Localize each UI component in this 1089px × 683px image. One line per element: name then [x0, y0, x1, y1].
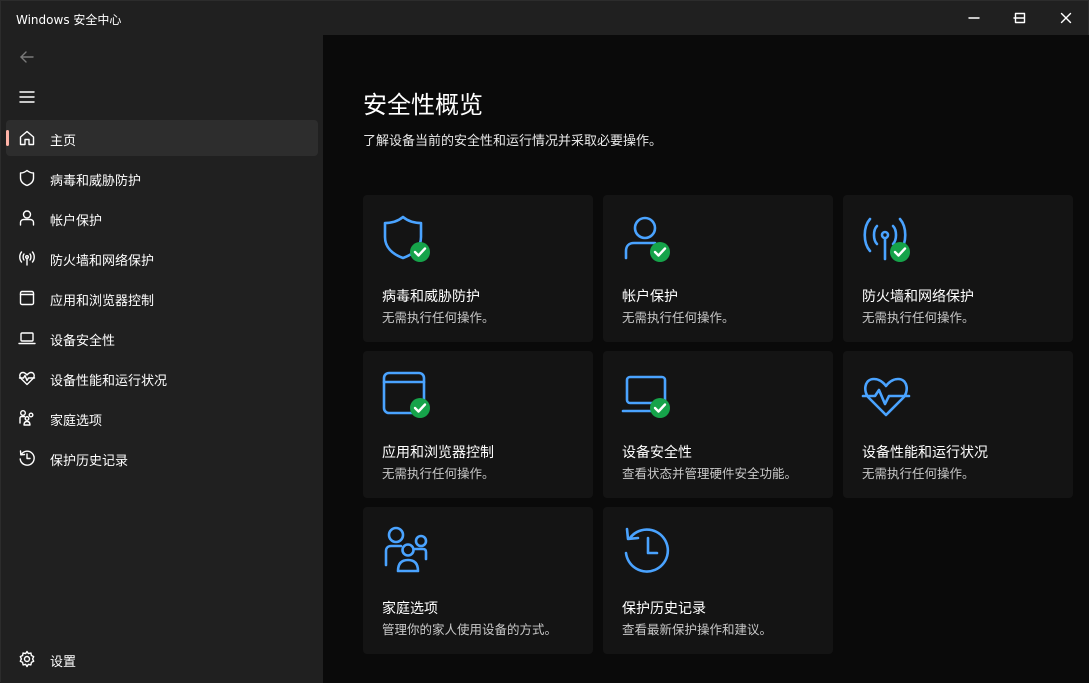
sidebar: 主页 病毒和威胁防护 帐户保护 防火墙和网络保护 应用和浏览器控制 设备安全性 …	[1, 35, 323, 683]
shield-icon	[383, 215, 430, 262]
card-description: 查看最新保护操作和建议。	[622, 622, 773, 637]
sidebar-item-label: 防火墙和网络保护	[50, 254, 155, 269]
card-title: 保护历史记录	[622, 601, 706, 617]
card-title: 帐户保护	[622, 289, 678, 305]
page-subtitle: 了解设备当前的安全性和运行情况并采取必要操作。	[363, 134, 663, 149]
back-arrow-icon	[20, 51, 34, 63]
wireless-icon	[863, 217, 910, 262]
shield-icon	[19, 169, 35, 187]
card-title: 设备安全性	[622, 445, 692, 461]
status-ok-badge	[410, 242, 430, 262]
sidebar-item-protection-history[interactable]: 保护历史记录	[6, 440, 318, 476]
status-ok-badge	[890, 242, 910, 262]
card-title: 病毒和威胁防护	[382, 289, 480, 305]
close-button[interactable]	[1043, 1, 1089, 35]
hamburger-menu-button[interactable]	[13, 83, 41, 111]
card-description: 无需执行任何操作。	[382, 310, 495, 325]
sidebar-item-firewall[interactable]: 防火墙和网络保护	[6, 240, 318, 276]
app-window: Windows 安全中心 主页 病毒和威胁防护 帐户保护 防火墙和网络保护 应用…	[0, 0, 1089, 683]
maximize-icon	[1014, 12, 1026, 24]
card-title: 应用和浏览器控制	[382, 445, 494, 461]
wireless-icon	[19, 251, 35, 266]
sidebar-item-label: 设备性能和运行状况	[50, 374, 168, 389]
card-app-browser-control[interactable]: 应用和浏览器控制 无需执行任何操作。	[363, 351, 593, 498]
sidebar-item-label: 应用和浏览器控制	[50, 294, 155, 309]
heart-pulse-icon	[861, 377, 911, 417]
app-window-icon	[19, 290, 35, 306]
card-description: 管理你的家人使用设备的方式。	[382, 622, 558, 637]
sidebar-item-virus-protection[interactable]: 病毒和威胁防护	[6, 160, 318, 196]
active-indicator	[6, 130, 9, 146]
person-icon	[624, 216, 670, 262]
sidebar-item-home[interactable]: 主页	[6, 120, 318, 156]
family-icon	[19, 410, 34, 426]
card-description: 无需执行任何操作。	[862, 310, 975, 325]
sidebar-item-account-protection[interactable]: 帐户保护	[6, 200, 318, 236]
back-button[interactable]	[13, 43, 41, 71]
sidebar-item-family-options[interactable]: 家庭选项	[6, 400, 318, 436]
card-title: 防火墙和网络保护	[862, 289, 974, 305]
person-icon	[19, 210, 35, 226]
heart-pulse-icon	[18, 371, 36, 386]
sidebar-item-settings[interactable]: 设置	[6, 641, 318, 677]
card-device-performance[interactable]: 设备性能和运行状况 无需执行任何操作。	[843, 351, 1073, 498]
status-ok-badge	[650, 398, 670, 418]
card-description: 无需执行任何操作。	[862, 466, 975, 481]
sidebar-item-label: 保护历史记录	[50, 454, 129, 469]
app-window-icon	[382, 371, 430, 418]
status-ok-badge	[410, 398, 430, 418]
card-device-security[interactable]: 设备安全性 查看状态并管理硬件安全功能。	[603, 351, 833, 498]
sidebar-item-device-security[interactable]: 设备安全性	[6, 320, 318, 356]
sidebar-item-device-performance[interactable]: 设备性能和运行状况	[6, 360, 318, 396]
card-title: 设备性能和运行状况	[862, 445, 988, 461]
page-title: 安全性概览	[363, 91, 483, 119]
settings-label: 设置	[50, 655, 77, 670]
card-title: 家庭选项	[382, 601, 438, 617]
sidebar-item-label: 设备安全性	[50, 334, 116, 349]
title-bar: Windows 安全中心	[1, 1, 1088, 35]
gear-icon	[19, 650, 35, 668]
card-account-protection[interactable]: 帐户保护 无需执行任何操作。	[603, 195, 833, 342]
minimize-icon	[968, 17, 980, 19]
laptop-icon	[18, 332, 36, 345]
status-ok-badge	[650, 242, 670, 262]
card-virus-protection[interactable]: 病毒和威胁防护 无需执行任何操作。	[363, 195, 593, 342]
card-firewall[interactable]: 防火墙和网络保护 无需执行任何操作。	[843, 195, 1073, 342]
window-title: Windows 安全中心	[16, 13, 122, 27]
card-description: 无需执行任何操作。	[382, 466, 495, 481]
sidebar-item-label: 病毒和威胁防护	[50, 174, 142, 189]
maximize-button[interactable]	[997, 1, 1043, 35]
card-description: 查看状态并管理硬件安全功能。	[622, 466, 798, 481]
sidebar-item-label: 帐户保护	[50, 214, 103, 229]
card-family-options[interactable]: 家庭选项 管理你的家人使用设备的方式。	[363, 507, 593, 654]
sidebar-item-label: 家庭选项	[50, 414, 103, 429]
history-icon	[19, 450, 35, 466]
close-icon	[1060, 12, 1072, 24]
sidebar-item-label: 主页	[50, 134, 77, 149]
home-icon	[19, 130, 35, 146]
card-protection-history[interactable]: 保护历史记录 查看最新保护操作和建议。	[603, 507, 833, 654]
main-content: 安全性概览 了解设备当前的安全性和运行情况并采取必要操作。 病毒和威胁防护 无需…	[323, 35, 1089, 683]
card-description: 无需执行任何操作。	[622, 310, 735, 325]
family-icon	[384, 526, 428, 573]
history-icon	[624, 527, 670, 573]
sidebar-item-app-browser-control[interactable]: 应用和浏览器控制	[6, 280, 318, 316]
minimize-button[interactable]	[951, 1, 997, 35]
hamburger-menu-icon	[19, 91, 35, 103]
laptop-icon	[621, 375, 670, 418]
